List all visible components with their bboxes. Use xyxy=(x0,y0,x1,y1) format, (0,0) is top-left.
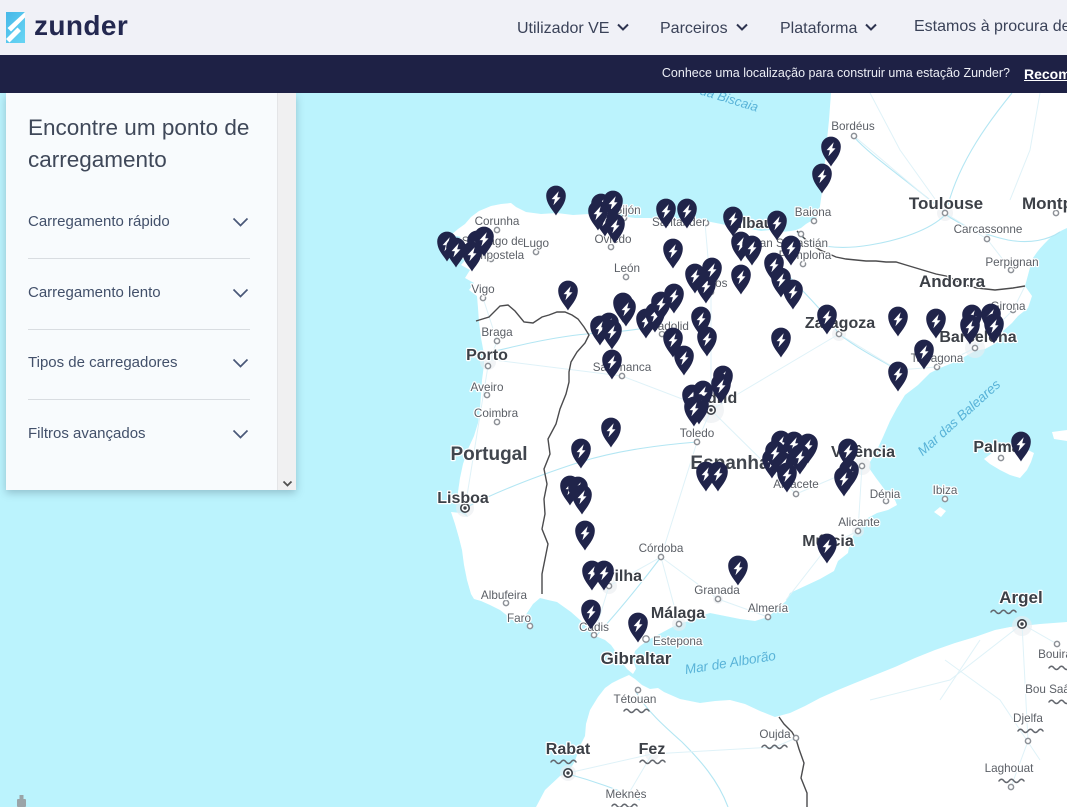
svg-text:Carcassonne: Carcassonne xyxy=(954,223,1023,236)
svg-text:Vigo: Vigo xyxy=(471,283,495,296)
svg-text:León: León xyxy=(614,262,640,275)
svg-text:Coimbra: Coimbra xyxy=(474,407,519,420)
svg-text:Salamanca: Salamanca xyxy=(593,361,652,374)
svg-text:Lugo: Lugo xyxy=(523,237,550,250)
svg-text:Andorra: Andorra xyxy=(919,272,986,291)
svg-text:Montpellier: Montpellier xyxy=(1022,194,1067,213)
svg-text:Málaga: Málaga xyxy=(651,605,705,622)
svg-text:Bou Saâda: Bou Saâda xyxy=(1025,683,1067,696)
svg-text:Ibiza: Ibiza xyxy=(933,484,958,497)
svg-text:Zaragoza: Zaragoza xyxy=(805,315,875,332)
svg-text:Corunha: Corunha xyxy=(475,215,520,228)
svg-text:Oujda: Oujda xyxy=(759,728,791,741)
svg-text:Granada: Granada xyxy=(694,584,740,597)
svg-text:Rabat: Rabat xyxy=(546,741,591,758)
svg-text:Portugal: Portugal xyxy=(450,444,527,465)
svg-text:Meknès: Meknès xyxy=(606,788,647,801)
svg-text:Dénia: Dénia xyxy=(870,488,901,501)
svg-text:Lisboa: Lisboa xyxy=(437,490,489,507)
svg-text:Braga: Braga xyxy=(481,326,513,339)
svg-text:Alicante: Alicante xyxy=(838,516,880,529)
svg-text:Almería: Almería xyxy=(748,602,789,615)
svg-text:Argel: Argel xyxy=(999,588,1042,607)
svg-text:Córdoba: Córdoba xyxy=(639,542,684,555)
svg-text:Toulouse: Toulouse xyxy=(909,194,983,213)
svg-text:Porto: Porto xyxy=(466,347,508,364)
svg-text:Toledo: Toledo xyxy=(680,427,715,440)
svg-text:Baiona: Baiona xyxy=(795,206,832,219)
svg-text:Albufeira: Albufeira xyxy=(481,589,528,602)
svg-text:Tétouan: Tétouan xyxy=(614,693,657,706)
svg-text:Bouira: Bouira xyxy=(1038,648,1067,661)
svg-text:Gibraltar: Gibraltar xyxy=(601,649,672,668)
svg-text:Faro: Faro xyxy=(507,612,532,625)
svg-text:Aveiro: Aveiro xyxy=(471,381,504,394)
svg-text:Laghouat: Laghouat xyxy=(985,762,1035,775)
svg-text:Estepona: Estepona xyxy=(653,635,703,648)
svg-text:Perpignan: Perpignan xyxy=(985,256,1038,269)
svg-text:Fez: Fez xyxy=(639,741,666,758)
svg-text:Bordéus: Bordéus xyxy=(831,120,875,133)
svg-text:Djelfa: Djelfa xyxy=(1013,712,1043,725)
